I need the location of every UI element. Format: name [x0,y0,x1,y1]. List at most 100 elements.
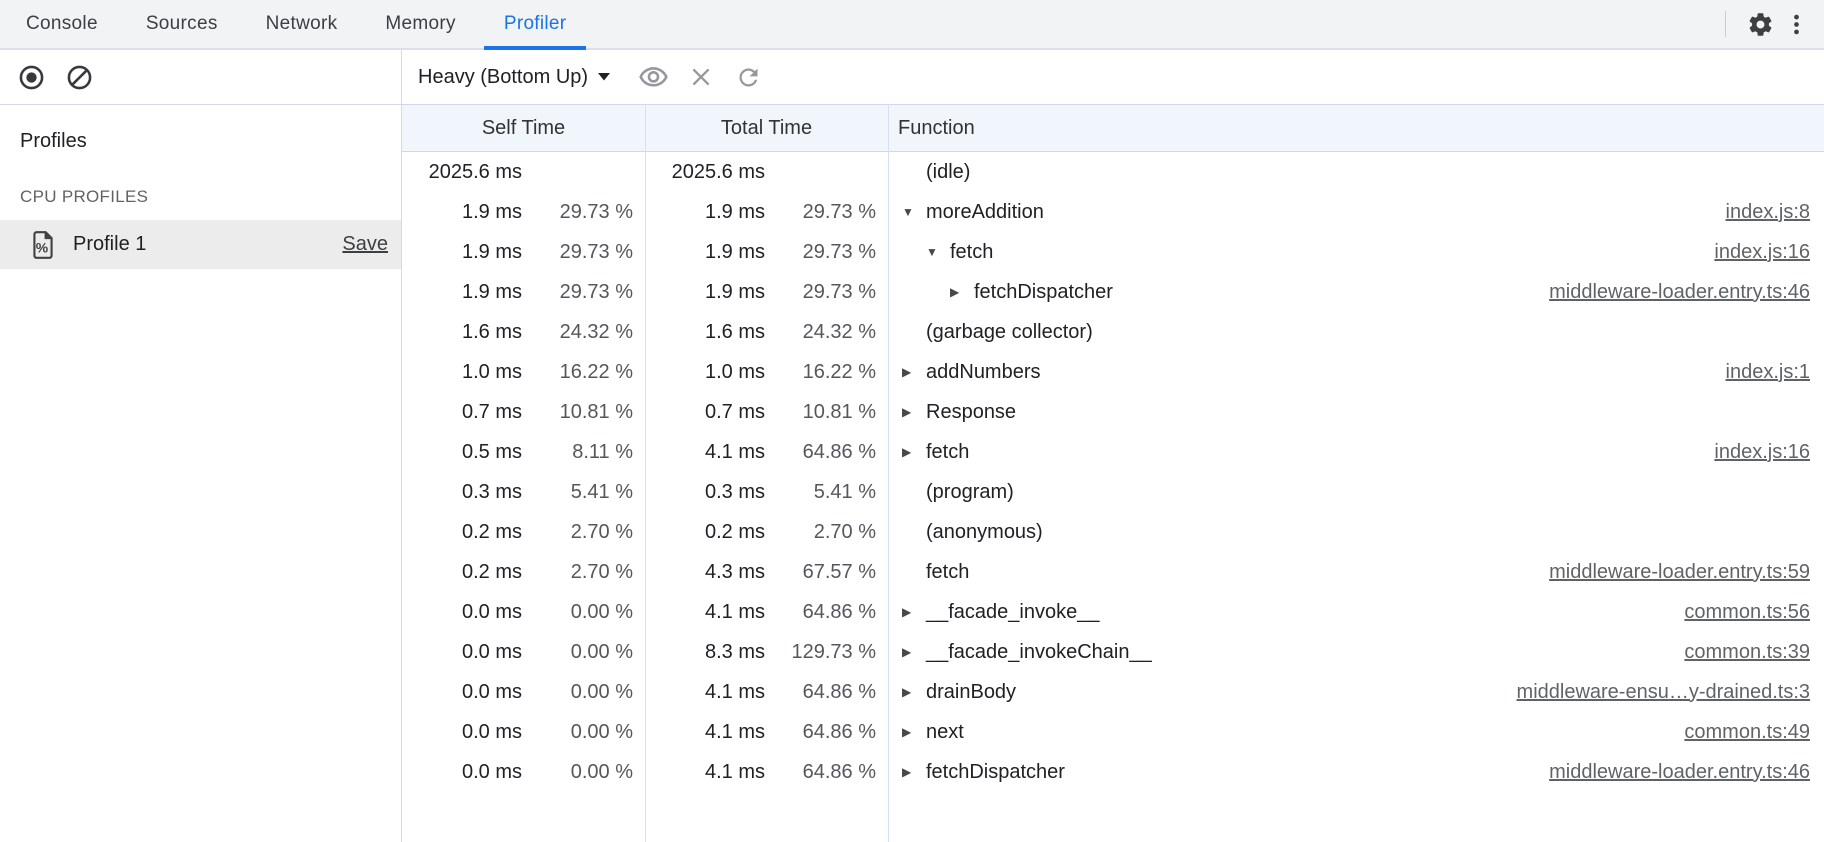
tree-toggle-icon[interactable]: ▶ [902,766,926,778]
kebab-menu-icon [1783,11,1810,38]
function-cell: ▶ addNumbers index.js:1 [888,361,1824,384]
function-cell: ▶ __facade_invokeChain__ common.ts:39 [888,641,1824,664]
self-time-cell: 0.7 ms 10.81 % [402,401,645,424]
delete-profile-button[interactable] [684,60,718,94]
view-mode-dropdown[interactable]: Heavy (Bottom Up) [418,66,610,89]
tree-toggle-icon[interactable]: ▶ [950,286,974,298]
total-time-pct: 16.22 % [765,361,876,384]
tab-sources[interactable]: Sources [126,0,238,48]
table-row[interactable]: 1.0 ms 16.22 % 1.0 ms 16.22 % ▶ addNumbe… [402,352,1824,392]
source-link[interactable]: middleware-loader.entry.ts:46 [1549,761,1824,784]
table-row[interactable]: 0.5 ms 8.11 % 4.1 ms 64.86 % ▶ fetch ind… [402,432,1824,472]
table-row[interactable]: 0.3 ms 5.41 % 0.3 ms 5.41 % (program) [402,472,1824,512]
total-time-ms: 4.1 ms [645,601,765,624]
more-options-button[interactable] [1778,6,1814,42]
source-link[interactable]: index.js:1 [1726,361,1824,384]
clear-icon [66,64,93,91]
total-time-ms: 0.3 ms [645,481,765,504]
table-row[interactable]: 0.0 ms 0.00 % 4.1 ms 64.86 % ▶ next comm… [402,712,1824,752]
column-header-function[interactable]: Function [888,117,1824,140]
total-time-cell: 1.6 ms 24.32 % [645,321,888,344]
profile-list-item[interactable]: % Profile 1 Save [0,220,401,269]
table-row[interactable]: 0.0 ms 0.00 % 4.1 ms 64.86 % ▶ fetchDisp… [402,752,1824,792]
total-time-cell: 8.3 ms 129.73 % [645,641,888,664]
source-link[interactable]: common.ts:39 [1684,641,1824,664]
total-time-cell: 1.0 ms 16.22 % [645,361,888,384]
self-time-cell: 0.0 ms 0.00 % [402,721,645,744]
eye-icon [638,62,669,93]
focus-preview-button[interactable] [636,60,670,94]
table-row[interactable]: 0.0 ms 0.00 % 4.1 ms 64.86 % ▶ __facade_… [402,592,1824,632]
tree-toggle-icon[interactable]: ▶ [902,646,926,658]
tree-toggle-icon[interactable]: ▼ [926,246,950,258]
self-time-cell: 0.5 ms 8.11 % [402,441,645,464]
tree-toggle-icon[interactable]: ▶ [902,406,926,418]
function-name: __facade_invokeChain__ [926,641,1152,664]
tree-toggle-icon[interactable]: ▶ [902,606,926,618]
source-link[interactable]: common.ts:56 [1684,601,1824,624]
self-time-pct: 0.00 % [522,641,633,664]
self-time-cell: 1.9 ms 29.73 % [402,201,645,224]
save-profile-link[interactable]: Save [342,233,388,256]
source-link[interactable]: index.js:16 [1714,441,1824,464]
source-link[interactable]: middleware-ensu…y-drained.ts:3 [1517,681,1824,704]
self-time-cell: 0.3 ms 5.41 % [402,481,645,504]
table-row[interactable]: 0.7 ms 10.81 % 0.7 ms 10.81 % ▶ Response [402,392,1824,432]
source-link[interactable]: middleware-loader.entry.ts:59 [1549,561,1824,584]
total-time-ms: 1.6 ms [645,321,765,344]
source-link[interactable]: index.js:16 [1714,241,1824,264]
profile-document-icon: % [30,230,56,260]
total-time-ms: 1.9 ms [645,201,765,224]
table-row[interactable]: 0.2 ms 2.70 % 0.2 ms 2.70 % (anonymous) [402,512,1824,552]
tab-console[interactable]: Console [6,0,118,48]
tab-memory[interactable]: Memory [365,0,475,48]
function-cell: fetch middleware-loader.entry.ts:59 [888,561,1824,584]
table-row[interactable]: 0.0 ms 0.00 % 4.1 ms 64.86 % ▶ drainBody… [402,672,1824,712]
function-cell: ▶ Response [888,401,1824,424]
tree-toggle-icon[interactable]: ▼ [902,206,926,218]
settings-button[interactable] [1742,6,1778,42]
table-row[interactable]: 0.0 ms 0.00 % 8.3 ms 129.73 % ▶ __facade… [402,632,1824,672]
total-time-pct: 29.73 % [765,281,876,304]
panel-tab-label: Sources [146,13,218,35]
table-row[interactable]: 1.9 ms 29.73 % 1.9 ms 29.73 % ▼ fetch in… [402,232,1824,272]
tree-toggle-icon[interactable]: ▶ [902,686,926,698]
grid-header-row: Self Time Total Time Function [402,104,1824,152]
tree-toggle-icon[interactable]: ▶ [902,446,926,458]
profiler-controls-toolbar [0,50,401,105]
column-header-total-time[interactable]: Total Time [645,117,888,140]
tree-toggle-icon[interactable]: ▶ [902,726,926,738]
record-button[interactable] [18,64,45,91]
refresh-button[interactable] [731,60,765,94]
table-row[interactable]: 1.9 ms 29.73 % 1.9 ms 29.73 % ▶ fetchDis… [402,272,1824,312]
table-row[interactable]: 1.6 ms 24.32 % 1.6 ms 24.32 % (garbage c… [402,312,1824,352]
self-time-ms: 0.5 ms [402,441,522,464]
tree-toggle-icon[interactable]: ▶ [902,366,926,378]
self-time-cell: 0.0 ms 0.00 % [402,681,645,704]
total-time-pct: 29.73 % [765,201,876,224]
total-time-pct: 64.86 % [765,761,876,784]
table-row[interactable]: 0.2 ms 2.70 % 4.3 ms 67.57 % fetch middl… [402,552,1824,592]
function-cell: ▶ fetchDispatcher middleware-loader.entr… [888,281,1824,304]
tab-profiler[interactable]: Profiler [484,0,587,48]
source-link[interactable]: common.ts:49 [1684,721,1824,744]
function-name: drainBody [926,681,1016,704]
self-time-pct: 0.00 % [522,761,633,784]
table-row[interactable]: 1.9 ms 29.73 % 1.9 ms 29.73 % ▼ moreAddi… [402,192,1824,232]
function-name: fetch [926,441,969,464]
source-link[interactable]: middleware-loader.entry.ts:46 [1549,281,1824,304]
source-link[interactable]: index.js:8 [1726,201,1824,224]
table-row[interactable]: 2025.6 ms 2025.6 ms (idle) [402,152,1824,192]
self-time-ms: 0.2 ms [402,561,522,584]
total-time-ms: 2025.6 ms [645,161,765,184]
column-header-self-time[interactable]: Self Time [402,117,645,140]
function-name: fetch [926,561,969,584]
function-name: (garbage collector) [926,321,1093,344]
total-time-cell: 4.1 ms 64.86 % [645,681,888,704]
self-time-pct: 29.73 % [522,201,633,224]
total-time-pct: 129.73 % [765,641,876,664]
tab-network[interactable]: Network [246,0,358,48]
self-time-cell: 1.0 ms 16.22 % [402,361,645,384]
clear-profiles-button[interactable] [66,64,93,91]
self-time-ms: 0.7 ms [402,401,522,424]
